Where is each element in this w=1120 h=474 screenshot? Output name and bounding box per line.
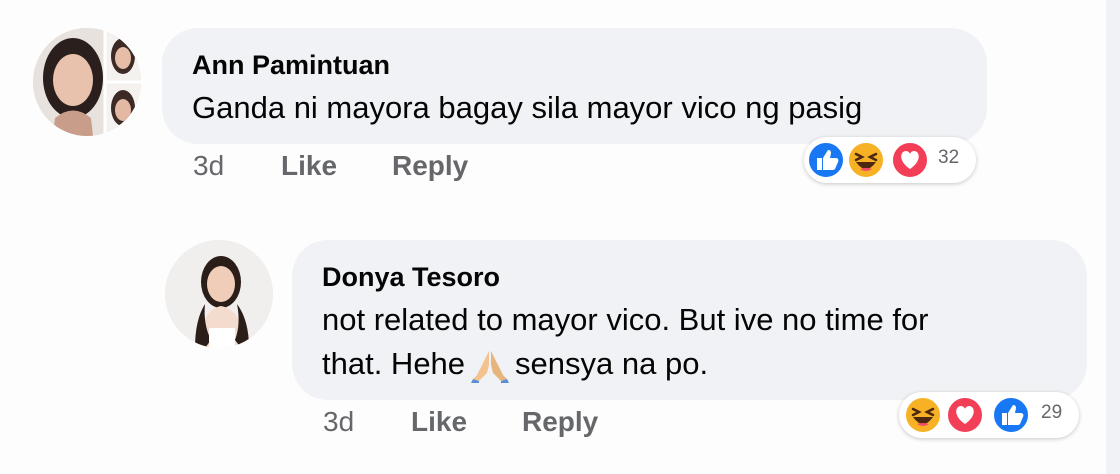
comment-text-fragment: sensya na po. [515,346,709,381]
comment-thread: Ann Pamintuan Ganda ni mayora bagay sila… [0,0,1120,474]
comment-text-fragment: that. Hehe [322,346,466,381]
comment-author[interactable]: Ann Pamintuan [192,50,390,81]
comment-text-line: that. Hehe sensya na po. [322,342,929,386]
like-button[interactable]: Like [281,150,337,182]
reactions-summary[interactable]: 32 [804,137,976,183]
love-icon [891,141,929,179]
comment-author[interactable]: Donya Tesoro [322,262,500,293]
scrollbar[interactable] [1106,0,1120,474]
reply-button[interactable]: Reply [392,150,468,182]
like-icon [807,141,845,179]
comment-bubble: Ann Pamintuan Ganda ni mayora bagay sila… [162,28,987,144]
reactions-summary[interactable]: 29 [899,392,1079,438]
avatar[interactable] [165,240,273,348]
reaction-count: 29 [1041,402,1063,423]
haha-icon [847,141,885,179]
avatar[interactable] [33,28,141,136]
like-icon [992,396,1030,434]
comment-bubble: Donya Tesoro not related to mayor vico. … [292,240,1087,400]
comment-text-line: not related to mayor vico. But ive no ti… [322,302,929,337]
praying-hands-icon [471,350,510,383]
comment-timestamp[interactable]: 3d [323,406,354,438]
love-icon [946,396,984,434]
like-button[interactable]: Like [411,406,467,438]
comment-timestamp[interactable]: 3d [193,150,224,182]
comment-text: Ganda ni mayora bagay sila mayor vico ng… [192,90,863,125]
comment-text: not related to mayor vico. But ive no ti… [322,298,929,386]
reaction-count: 32 [938,147,960,168]
haha-icon [904,396,942,434]
reply-button[interactable]: Reply [522,406,598,438]
